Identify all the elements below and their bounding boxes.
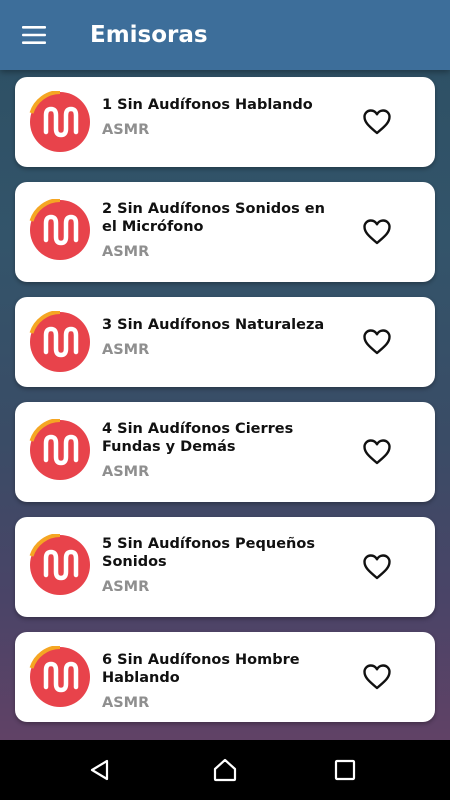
recents-button[interactable] bbox=[315, 740, 375, 800]
musically-logo-icon bbox=[29, 199, 90, 260]
favorite-button[interactable] bbox=[359, 214, 395, 250]
heart-outline-icon bbox=[363, 329, 391, 355]
home-button[interactable] bbox=[195, 740, 255, 800]
station-card[interactable]: 4 Sin Audífonos Cierres Fundas y Demás A… bbox=[15, 402, 435, 502]
page-title: Emisoras bbox=[90, 22, 208, 48]
musically-logo-icon bbox=[29, 534, 90, 595]
hamburger-menu-icon bbox=[22, 26, 46, 44]
station-name: 3 Sin Audífonos Naturaleza bbox=[102, 317, 325, 333]
musically-logo-icon bbox=[29, 646, 90, 707]
station-name: 2 Sin Audífonos Sonidos en el Micrófono bbox=[102, 201, 325, 235]
menu-button[interactable] bbox=[0, 0, 70, 70]
home-icon bbox=[213, 758, 237, 782]
station-genre: ASMR bbox=[102, 579, 150, 595]
station-name: 5 Sin Audífonos Pequeños Sonidos bbox=[102, 536, 315, 570]
station-genre: ASMR bbox=[102, 695, 150, 711]
heart-outline-icon bbox=[363, 219, 391, 245]
station-card[interactable]: 1 Sin Audífonos Hablando ASMR bbox=[15, 77, 435, 167]
station-name: 1 Sin Audífonos Hablando bbox=[102, 97, 313, 113]
station-name: 6 Sin Audífonos Hombre Hablando bbox=[102, 652, 300, 686]
station-card[interactable]: 6 Sin Audífonos Hombre Hablando ASMR bbox=[15, 632, 435, 722]
back-triangle-icon bbox=[90, 759, 109, 781]
station-genre: ASMR bbox=[102, 342, 150, 358]
favorite-button[interactable] bbox=[359, 434, 395, 470]
favorite-button[interactable] bbox=[359, 549, 395, 585]
heart-outline-icon bbox=[363, 109, 391, 135]
station-list[interactable]: 1 Sin Audífonos Hablando ASMR 2 Sin Audí… bbox=[0, 70, 450, 740]
station-genre: ASMR bbox=[102, 122, 150, 138]
app-bar: Emisoras bbox=[0, 0, 450, 70]
station-card[interactable]: 5 Sin Audífonos Pequeños Sonidos ASMR bbox=[15, 517, 435, 617]
favorite-button[interactable] bbox=[359, 104, 395, 140]
station-genre: ASMR bbox=[102, 464, 150, 480]
musically-logo-icon bbox=[29, 311, 90, 372]
station-card[interactable]: 3 Sin Audífonos Naturaleza ASMR bbox=[15, 297, 435, 387]
station-name: 4 Sin Audífonos Cierres Fundas y Demás bbox=[102, 421, 294, 455]
recents-square-icon bbox=[334, 759, 356, 781]
favorite-button[interactable] bbox=[359, 659, 395, 695]
station-genre: ASMR bbox=[102, 244, 150, 260]
station-card[interactable]: 2 Sin Audífonos Sonidos en el Micrófono … bbox=[15, 182, 435, 282]
musically-logo-icon bbox=[29, 91, 90, 152]
back-button[interactable] bbox=[70, 740, 130, 800]
heart-outline-icon bbox=[363, 554, 391, 580]
favorite-button[interactable] bbox=[359, 324, 395, 360]
heart-outline-icon bbox=[363, 439, 391, 465]
heart-outline-icon bbox=[363, 664, 391, 690]
musically-logo-icon bbox=[29, 419, 90, 480]
system-nav-bar bbox=[0, 740, 450, 800]
